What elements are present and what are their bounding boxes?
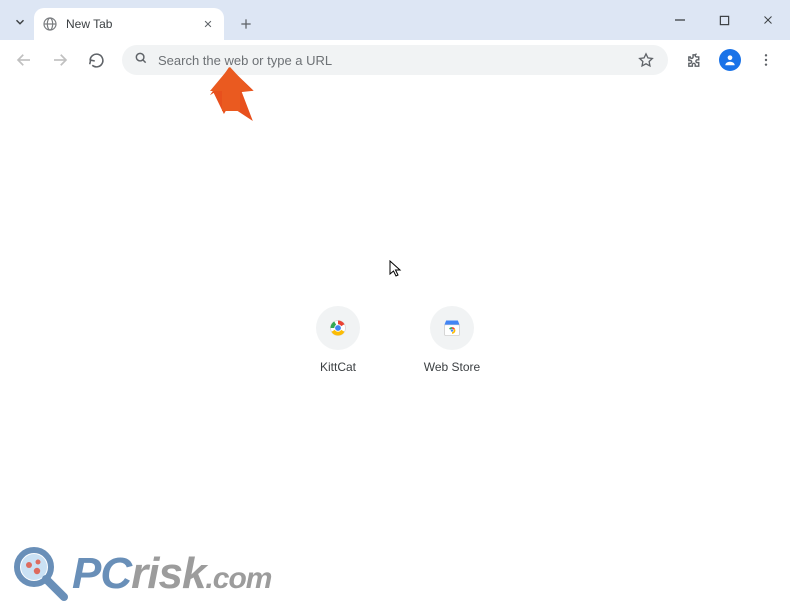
new-tab-page: KittCat Web Store xyxy=(0,80,790,611)
window-controls xyxy=(658,0,790,40)
back-button[interactable] xyxy=(8,44,40,76)
address-bar[interactable] xyxy=(122,45,668,75)
shortcut-label: KittCat xyxy=(320,360,356,374)
shortcut-kittcat[interactable]: KittCat xyxy=(298,306,378,374)
toolbar xyxy=(0,40,790,80)
tab-title: New Tab xyxy=(66,17,200,31)
shortcut-icon xyxy=(316,306,360,350)
reload-icon xyxy=(88,52,105,69)
extensions-button[interactable] xyxy=(678,44,710,76)
plus-icon xyxy=(239,17,253,31)
close-icon xyxy=(762,14,774,26)
puzzle-icon xyxy=(686,52,703,69)
app-icon xyxy=(328,318,348,338)
maximize-button[interactable] xyxy=(702,5,746,35)
close-icon xyxy=(203,19,213,29)
profile-button[interactable] xyxy=(714,44,746,76)
watermark-text: PCrisk.com xyxy=(72,549,271,599)
cursor-icon xyxy=(389,260,403,278)
new-tab-button[interactable] xyxy=(232,10,260,38)
shortcut-label: Web Store xyxy=(424,360,480,374)
globe-icon xyxy=(42,16,58,32)
star-icon xyxy=(638,52,654,68)
browser-tab[interactable]: New Tab xyxy=(34,8,224,40)
chevron-down-icon xyxy=(13,15,27,29)
arrow-right-icon xyxy=(51,51,69,69)
reload-button[interactable] xyxy=(80,44,112,76)
minimize-button[interactable] xyxy=(658,5,702,35)
arrow-left-icon xyxy=(15,51,33,69)
annotation-arrow xyxy=(208,65,256,132)
dots-vertical-icon xyxy=(758,52,774,68)
close-tab-button[interactable] xyxy=(200,16,216,32)
forward-button[interactable] xyxy=(44,44,76,76)
avatar-icon xyxy=(719,49,741,71)
shortcut-icon xyxy=(430,306,474,350)
shortcuts-grid: KittCat Web Store xyxy=(298,306,492,374)
tab-strip: New Tab xyxy=(0,0,790,40)
bookmark-button[interactable] xyxy=(636,52,656,68)
webstore-icon xyxy=(442,318,462,338)
cursor-annotation xyxy=(389,260,403,283)
maximize-icon xyxy=(719,15,730,26)
search-icon xyxy=(134,51,148,70)
minimize-icon xyxy=(674,14,686,26)
shortcut-webstore[interactable]: Web Store xyxy=(412,306,492,374)
search-tabs-button[interactable] xyxy=(8,10,32,34)
magnifier-icon xyxy=(10,543,72,605)
menu-button[interactable] xyxy=(750,44,782,76)
arrow-up-icon xyxy=(208,65,256,127)
close-window-button[interactable] xyxy=(746,5,790,35)
watermark-logo: PCrisk.com xyxy=(10,543,271,605)
